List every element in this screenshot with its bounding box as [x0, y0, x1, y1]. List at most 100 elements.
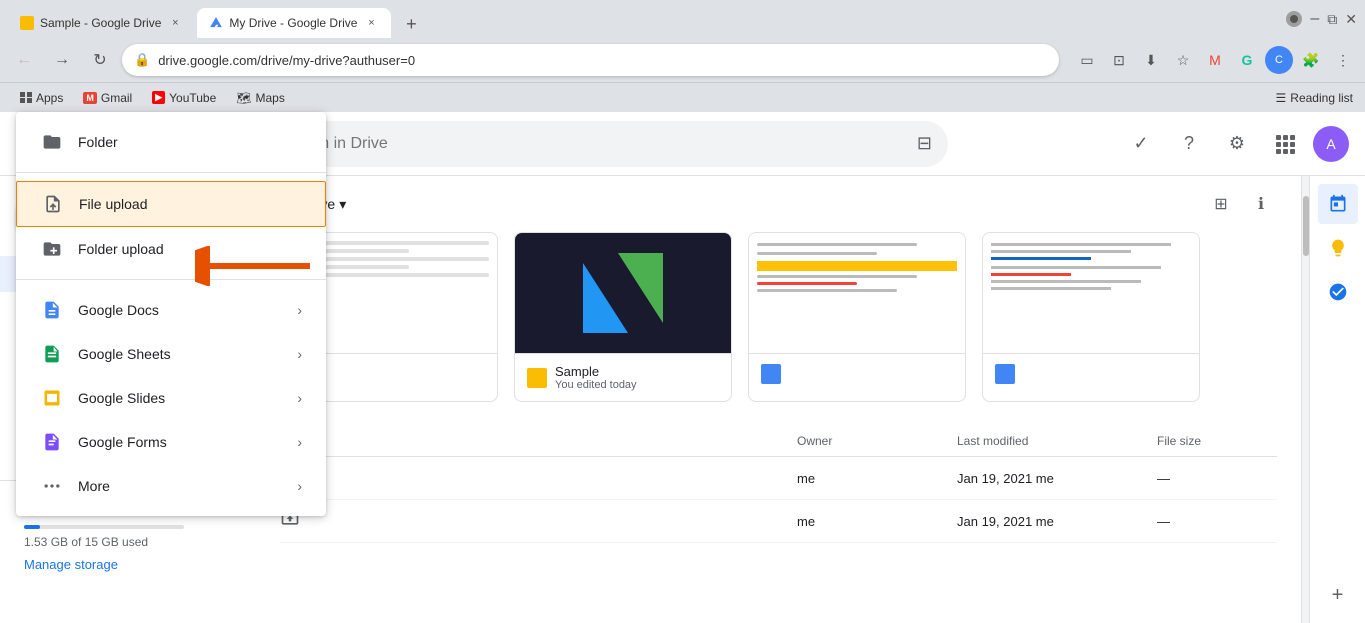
menu-item-folder[interactable]: Folder: [16, 120, 326, 164]
row-name-1: [280, 465, 797, 491]
content-toolbar: My Drive ▾ ⊞ ℹ: [280, 176, 1277, 232]
menu-item-google-docs[interactable]: Google Docs ›: [16, 288, 326, 332]
tab-my-drive-title: My Drive - Google Drive: [229, 16, 357, 30]
table-row[interactable]: me Jan 19, 2021 me —: [280, 500, 1277, 543]
address-text: drive.google.com/drive/my-drive?authuser…: [158, 53, 1047, 68]
files-table-wrap: Name ↓ Owner Last modified File size: [280, 426, 1277, 543]
tab-my-drive-close[interactable]: ×: [363, 15, 379, 31]
toolbar-right: ⊞ ℹ: [1205, 188, 1277, 220]
tab-sample[interactable]: Sample - Google Drive ×: [8, 8, 195, 38]
docs-arrow-icon: ›: [297, 302, 302, 318]
menu-item-file-upload-label: File upload: [79, 196, 148, 212]
cast-button[interactable]: ▭: [1073, 46, 1101, 74]
menu-item-google-sheets[interactable]: Google Sheets ›: [16, 332, 326, 376]
manage-storage-link[interactable]: Manage storage: [24, 557, 232, 572]
grid-view-button[interactable]: ⊞: [1205, 188, 1237, 220]
storage-bar-wrap: [24, 525, 184, 529]
close-button[interactable]: ✕: [1345, 11, 1357, 28]
scroll-thumb[interactable]: [1303, 196, 1309, 256]
menu-item-google-forms-label: Google Forms: [78, 434, 167, 450]
dropdown-menu: Folder File upload Folder upload Google …: [16, 112, 326, 516]
tab-sample-close[interactable]: ×: [167, 15, 183, 31]
cursor-ext-icon[interactable]: C: [1265, 46, 1293, 74]
user-avatar[interactable]: A: [1313, 126, 1349, 162]
menu-item-folder-upload[interactable]: Folder upload: [16, 227, 326, 271]
menu-item-google-docs-label: Google Docs: [78, 302, 159, 318]
gmail-ext-icon[interactable]: M: [1201, 46, 1229, 74]
bookmark-maps[interactable]: 🗺 Maps: [228, 89, 293, 107]
check-icon-button[interactable]: ✓: [1121, 124, 1161, 164]
sheets-arrow-icon: ›: [297, 346, 302, 362]
menu-divider-2: [16, 279, 326, 280]
docs-menu-icon: [40, 298, 64, 322]
col-size-label: File size: [1157, 434, 1201, 448]
puzzle-icon[interactable]: 🧩: [1297, 46, 1325, 74]
storage-bar: [24, 525, 40, 529]
new-tab-button[interactable]: +: [397, 10, 425, 38]
tab-drive-favicon: [209, 16, 223, 30]
more-menu-icon: [40, 474, 64, 498]
minimize-button[interactable]: –: [1310, 10, 1319, 28]
tasks-panel-button[interactable]: [1318, 272, 1358, 312]
table-row[interactable]: me Jan 19, 2021 me —: [280, 457, 1277, 500]
forward-button[interactable]: →: [46, 44, 78, 76]
info-button[interactable]: ℹ: [1245, 188, 1277, 220]
add-panel-button[interactable]: +: [1318, 575, 1358, 615]
search-input-wrap[interactable]: 🔍 ⊟: [228, 121, 948, 167]
menu-item-google-slides[interactable]: Google Slides ›: [16, 376, 326, 420]
bookmark-button[interactable]: ☆: [1169, 46, 1197, 74]
file-thumbnail-sample: [515, 233, 731, 353]
file-card-4[interactable]: [982, 232, 1200, 402]
browser-chrome: Sample - Google Drive × My Drive - Googl…: [0, 0, 1365, 38]
menu-item-google-slides-label: Google Slides: [78, 390, 165, 406]
maps-favicon: 🗺: [236, 91, 251, 105]
folder-menu-icon: [40, 130, 64, 154]
file-details-sample: Sample You edited today: [555, 364, 719, 391]
file-name-sample: Sample: [555, 364, 719, 379]
sheets-menu-icon: [40, 342, 64, 366]
overflow-menu[interactable]: ⋮: [1329, 46, 1357, 74]
header-right: ✓ ? ⚙ A: [1121, 124, 1349, 164]
file-card-3[interactable]: [748, 232, 966, 402]
row-name-2: [280, 508, 797, 534]
table-header: Name ↓ Owner Last modified File size: [280, 426, 1277, 457]
bookmark-youtube[interactable]: ▶ YouTube: [144, 89, 224, 107]
menu-divider-1: [16, 172, 326, 173]
search-input[interactable]: [278, 135, 904, 153]
calendar-panel-button[interactable]: [1318, 184, 1358, 224]
slides-arrow-icon: ›: [297, 390, 302, 406]
reading-list-icon: ☰: [1276, 91, 1287, 105]
scrollbar[interactable]: [1301, 176, 1309, 623]
reload-button[interactable]: ↻: [84, 44, 116, 76]
bookmark-youtube-label: YouTube: [169, 91, 216, 105]
search-options-icon[interactable]: ⊟: [917, 133, 932, 154]
help-icon-button[interactable]: ?: [1169, 124, 1209, 164]
row-owner-1: me: [797, 471, 957, 486]
apps-grid-icon: [20, 92, 32, 104]
youtube-favicon: ▶: [152, 91, 165, 104]
apps-grid-button[interactable]: [1265, 124, 1305, 164]
bookmark-apps-label: Apps: [36, 91, 63, 105]
maximize-button[interactable]: ⧉: [1327, 11, 1337, 28]
add-panel-button-wrap: +: [1318, 575, 1358, 623]
bookmark-apps[interactable]: Apps: [12, 89, 71, 107]
reading-list-button[interactable]: ☰ Reading list: [1276, 91, 1353, 105]
grammarly-icon[interactable]: G: [1233, 46, 1261, 74]
back-button[interactable]: ←: [8, 44, 40, 76]
tab-my-drive[interactable]: My Drive - Google Drive ×: [197, 8, 391, 38]
bookmark-gmail[interactable]: M Gmail: [75, 89, 140, 107]
screenshot-button[interactable]: ⊡: [1105, 46, 1133, 74]
gmail-favicon: M: [83, 92, 97, 104]
menu-item-more[interactable]: More ›: [16, 464, 326, 508]
address-bar[interactable]: 🔒 drive.google.com/drive/my-drive?authus…: [122, 44, 1059, 76]
row-owner-2: me: [797, 514, 957, 529]
menu-item-google-forms[interactable]: Google Forms ›: [16, 420, 326, 464]
settings-icon-button[interactable]: ⚙: [1217, 124, 1257, 164]
dark-shape: [583, 253, 663, 333]
download-button[interactable]: ⬇: [1137, 46, 1165, 74]
doc-icon-4: [995, 364, 1015, 384]
keep-panel-button[interactable]: [1318, 228, 1358, 268]
menu-item-file-upload[interactable]: File upload: [16, 181, 326, 227]
forms-menu-icon: [40, 430, 64, 454]
file-card-sample[interactable]: Sample You edited today: [514, 232, 732, 402]
